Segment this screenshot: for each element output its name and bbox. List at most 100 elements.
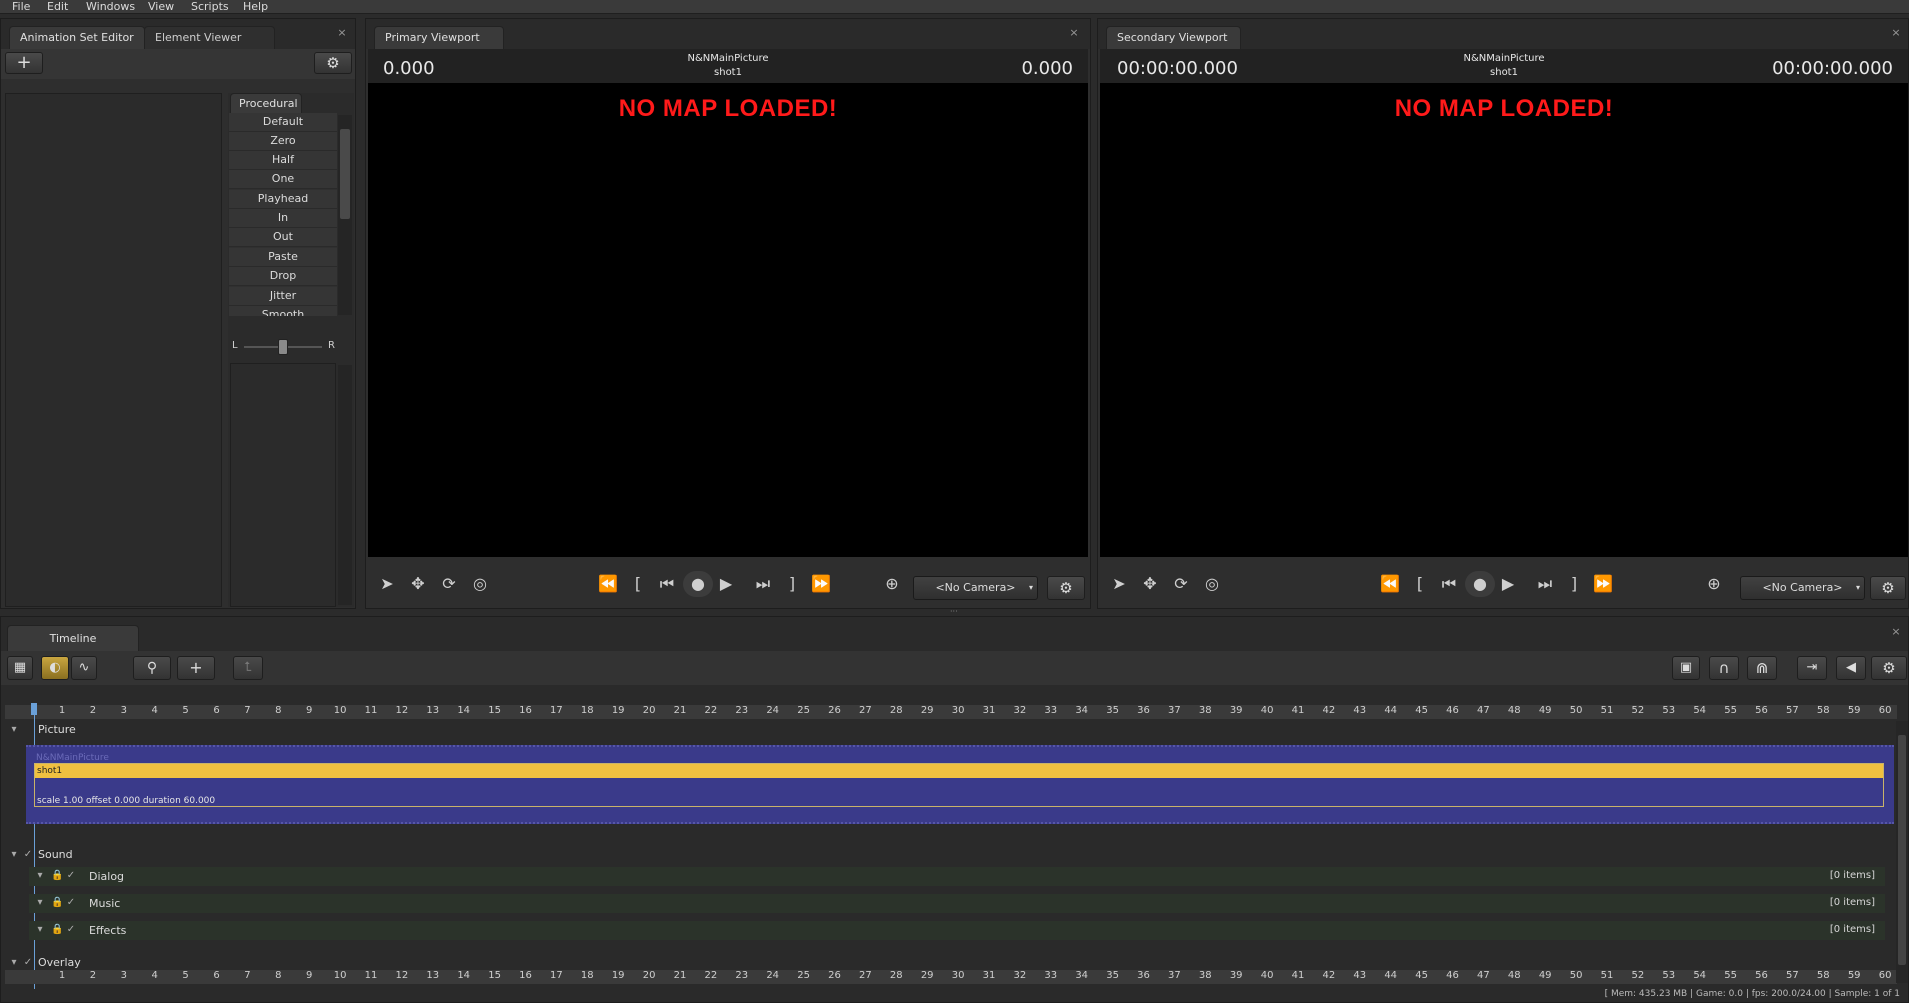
menu-file[interactable]: File	[12, 0, 30, 14]
sound-track-header[interactable]: ▾ ✓ Sound	[1, 847, 1894, 865]
lower-scrollbar[interactable]	[338, 365, 352, 605]
snap-frames-button[interactable]: ⋒	[1747, 656, 1777, 680]
procedural-item[interactable]: Default	[229, 113, 337, 132]
menu-view[interactable]: View	[148, 0, 174, 14]
overlay-track-header[interactable]: ▾ ✓ Overlay	[1, 956, 1894, 970]
chevron-down-icon[interactable]: ▾	[9, 850, 19, 860]
up-level-button[interactable]: ⮤	[233, 656, 263, 680]
close-icon[interactable]: ×	[1891, 626, 1901, 637]
clip-editor-button[interactable]: ▦	[7, 656, 33, 680]
camera-target-icon[interactable]: ⊕	[878, 571, 906, 597]
procedural-item[interactable]: Smooth	[229, 306, 337, 316]
play-icon[interactable]: ▶	[712, 571, 740, 597]
procedural-item[interactable]: Zero	[229, 132, 337, 151]
lock-icon[interactable]: 🔒	[51, 925, 63, 935]
procedural-item[interactable]: Paste	[229, 248, 337, 267]
record-icon[interactable]: ●	[1465, 571, 1495, 597]
graph-editor-button[interactable]: ∿	[71, 656, 97, 680]
viewport-settings-button[interactable]: ⚙	[1047, 576, 1085, 600]
mark-in-icon[interactable]: [	[1406, 571, 1434, 597]
sound-subtrack-music[interactable]: ▾ 🔒 ✓ Music [0 items]	[29, 894, 1885, 913]
rotate-tool-icon[interactable]: ⟳	[1167, 571, 1195, 597]
add-button[interactable]: +	[5, 52, 43, 74]
splitter-handle[interactable]: ···	[950, 608, 962, 616]
timeline-ruler-top[interactable]: 1 2 3 4 5 6 7 8 9 10 11 12 13 14 15 16 17 18 19 20 21 22 23 24 2…	[5, 705, 1897, 719]
orbit-tool-icon[interactable]: ◎	[1198, 571, 1226, 597]
animation-set-list[interactable]	[5, 93, 222, 607]
picture-track-header[interactable]: ▾ Picture	[1, 721, 1894, 739]
move-tool-icon[interactable]: ✥	[1136, 571, 1164, 597]
primary-viewport-screen[interactable]: NO MAP LOADED!	[368, 83, 1088, 557]
chevron-down-icon[interactable]: ▾	[35, 925, 45, 935]
step-forward-icon[interactable]: ⏭	[1531, 571, 1559, 597]
move-tool-icon[interactable]: ✥	[404, 571, 432, 597]
shot-clip[interactable]: shot1 scale 1.00 offset 0.000 duration 6…	[34, 763, 1884, 807]
procedural-item[interactable]: Jitter	[229, 287, 337, 306]
tab-primary-viewport[interactable]: Primary Viewport	[374, 26, 504, 49]
mark-out-icon[interactable]: ]	[778, 571, 806, 597]
chevron-down-icon[interactable]: ▾	[35, 898, 45, 908]
add-track-button[interactable]: +	[177, 656, 215, 680]
lr-balance-slider[interactable]: L R	[230, 336, 338, 358]
tab-secondary-viewport[interactable]: Secondary Viewport	[1106, 26, 1241, 49]
shot-bar[interactable]: shot1	[35, 764, 1883, 778]
camera-select[interactable]: <No Camera> ▾	[913, 576, 1038, 600]
mute-button[interactable]: ◀	[1836, 656, 1866, 680]
close-icon[interactable]: ×	[337, 27, 347, 38]
check-icon[interactable]: ✓	[23, 850, 33, 860]
close-icon[interactable]: ×	[1069, 27, 1079, 38]
tab-timeline[interactable]: Timeline	[7, 625, 139, 651]
check-icon[interactable]: ✓	[23, 958, 33, 968]
rewind-icon[interactable]: ⏪	[594, 571, 622, 597]
scrollbar-thumb[interactable]	[340, 129, 350, 219]
timeline-scrollbar[interactable]	[1896, 721, 1908, 983]
secondary-viewport-screen[interactable]: NO MAP LOADED!	[1100, 83, 1908, 557]
motion-editor-button[interactable]: ◐	[41, 656, 69, 680]
step-back-icon[interactable]: ⏮	[653, 571, 681, 597]
rotate-tool-icon[interactable]: ⟳	[435, 571, 463, 597]
play-icon[interactable]: ▶	[1494, 571, 1522, 597]
snap-button[interactable]: ∩	[1709, 656, 1739, 680]
step-back-icon[interactable]: ⏮	[1435, 571, 1463, 597]
picture-clip[interactable]: N&NMainPicture shot1 scale 1.00 offset 0…	[26, 745, 1894, 824]
procedural-item[interactable]: Half	[229, 151, 337, 170]
menu-edit[interactable]: Edit	[47, 0, 68, 14]
select-tool-icon[interactable]: ➤	[1105, 571, 1133, 597]
viewport-settings-button[interactable]: ⚙	[1870, 576, 1906, 600]
step-forward-icon[interactable]: ⏭	[749, 571, 777, 597]
record-icon[interactable]: ●	[683, 571, 713, 597]
fast-forward-icon[interactable]: ⏩	[1589, 571, 1617, 597]
scrollbar-thumb[interactable]	[1898, 735, 1906, 965]
playhead-marker[interactable]	[31, 703, 37, 715]
close-icon[interactable]: ×	[1891, 27, 1901, 38]
procedural-scrollbar[interactable]	[338, 115, 352, 315]
tab-animation-set-editor[interactable]: Animation Set Editor	[9, 26, 145, 49]
tab-procedural[interactable]: Procedural	[230, 93, 302, 113]
jump-end-button[interactable]: ⇥	[1797, 656, 1827, 680]
timeline-ruler-bottom[interactable]: 1 2 3 4 5 6 7 8 9 10 11 12 13 14 15 16 17 18 19 20 21 22 23 24 2…	[5, 970, 1897, 984]
mark-in-icon[interactable]: [	[624, 571, 652, 597]
mark-out-icon[interactable]: ]	[1560, 571, 1588, 597]
settings-button[interactable]: ⚙	[314, 52, 352, 74]
check-icon[interactable]: ✓	[66, 898, 76, 908]
procedural-item[interactable]: In	[229, 209, 337, 228]
menu-windows[interactable]: Windows	[86, 0, 135, 14]
sound-subtrack-effects[interactable]: ▾ 🔒 ✓ Effects [0 items]	[29, 921, 1885, 940]
rewind-icon[interactable]: ⏪	[1376, 571, 1404, 597]
procedural-item[interactable]: One	[229, 170, 337, 189]
add-marker-button[interactable]: ⚲	[133, 656, 171, 680]
chevron-down-icon[interactable]: ▾	[9, 725, 19, 735]
menu-scripts[interactable]: Scripts	[191, 0, 229, 14]
slider-thumb[interactable]	[278, 339, 288, 355]
tab-element-viewer[interactable]: Element Viewer	[144, 26, 275, 49]
camera-select[interactable]: <No Camera> ▾	[1740, 576, 1865, 600]
lock-icon[interactable]: 🔒	[51, 871, 63, 881]
check-icon[interactable]: ✓	[66, 871, 76, 881]
lock-view-button[interactable]: ▣	[1672, 656, 1700, 680]
lock-icon[interactable]: 🔒	[51, 898, 63, 908]
camera-target-icon[interactable]: ⊕	[1700, 571, 1728, 597]
procedural-item[interactable]: Out	[229, 228, 337, 247]
chevron-down-icon[interactable]: ▾	[35, 871, 45, 881]
chevron-down-icon[interactable]: ▾	[9, 958, 19, 968]
timeline-settings-button[interactable]: ⚙	[1871, 656, 1907, 680]
